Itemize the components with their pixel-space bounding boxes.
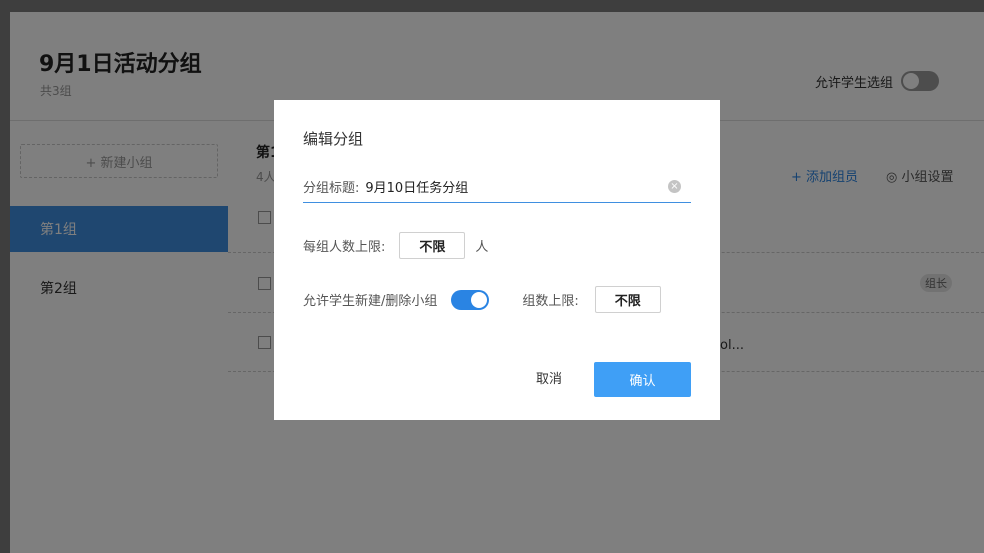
group-limit-select[interactable]: 不限 (594, 286, 661, 313)
member-limit-row: 每组人数上限: 不限 人 (303, 232, 488, 259)
member-limit-label: 每组人数上限: (303, 240, 386, 255)
group-title-input[interactable]: 9月10日任务分组 (365, 177, 668, 196)
group-limit-label: 组数上限: (522, 294, 579, 309)
allow-create-label: 允许学生新建/删除小组 (303, 294, 438, 309)
allow-create-row: 允许学生新建/删除小组 组数上限: 不限 (303, 286, 661, 313)
confirm-button[interactable]: 确认 (594, 362, 691, 397)
member-limit-select[interactable]: 不限 (399, 232, 466, 259)
edit-group-dialog: 编辑分组 分组标题: 9月10日任务分组 × 每组人数上限: 不限 人 允许学生… (274, 100, 720, 420)
cancel-button[interactable]: 取消 (536, 368, 562, 387)
clear-icon[interactable]: × (668, 179, 681, 193)
group-title-field[interactable]: 分组标题: 9月10日任务分组 × (303, 170, 691, 203)
group-title-label: 分组标题: (303, 180, 360, 196)
allow-create-toggle[interactable] (451, 289, 490, 310)
dialog-title: 编辑分组 (303, 130, 364, 148)
member-limit-unit: 人 (475, 240, 489, 255)
